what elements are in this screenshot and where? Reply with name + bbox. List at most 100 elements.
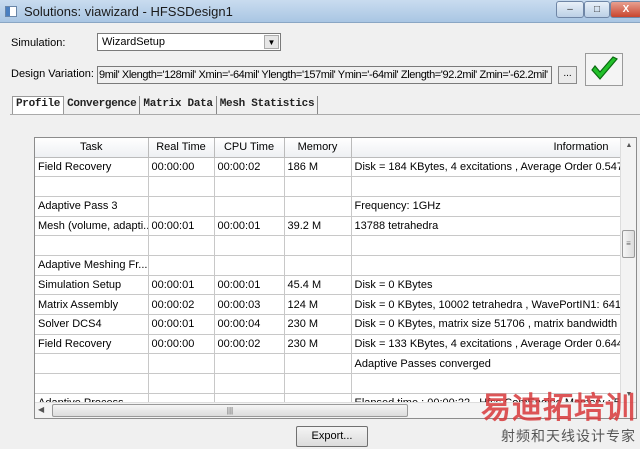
cell-information: Adaptive Passes converged xyxy=(351,353,622,375)
title-bar: Solutions: viawizard - HFSSDesign1 – □ X xyxy=(0,0,640,23)
tab-convergence[interactable]: Convergence xyxy=(64,96,141,114)
cell-real-time xyxy=(148,353,215,375)
column-header-information[interactable]: Information xyxy=(351,138,622,158)
simulation-value: WizardSetup xyxy=(102,36,165,48)
scroll-left-icon[interactable]: ◀ xyxy=(38,405,44,414)
column-header-cpu-time[interactable]: CPU Time xyxy=(214,138,285,158)
table-row[interactable] xyxy=(35,235,622,256)
table-row[interactable] xyxy=(35,373,622,394)
table-row[interactable]: Adaptive Passes converged xyxy=(35,353,622,375)
cell-real-time xyxy=(148,235,215,256)
table-row[interactable]: Field Recovery 00:00:00 00:00:02 230 M Disk … xyxy=(35,334,622,355)
cell-task xyxy=(35,353,149,375)
tab-matrix-data[interactable]: Matrix Data xyxy=(140,96,217,114)
cell-task: Solver DCS4 xyxy=(35,314,149,335)
watermark-logo: 易迪拓培训 射频和天线设计专家 xyxy=(481,392,636,444)
cell-information: Disk = 0 KBytes, matrix size 51706 , mat… xyxy=(351,314,622,335)
column-header-task[interactable]: Task xyxy=(35,138,149,158)
cell-task xyxy=(35,235,149,256)
table-row[interactable]: Matrix Assembly 00:00:02 00:00:03 124 M Disk… xyxy=(35,294,622,315)
simulation-label: Simulation: xyxy=(11,37,66,49)
cell-memory: 124 M xyxy=(284,294,352,315)
cell-task xyxy=(35,373,149,394)
cell-memory xyxy=(284,235,352,256)
cell-memory xyxy=(284,255,352,276)
simulation-select[interactable]: WizardSetup ▼ xyxy=(97,33,281,51)
cell-information: Frequency: 1GHz xyxy=(351,196,622,217)
horizontal-scroll-thumb[interactable]: ||| xyxy=(52,404,408,417)
cell-memory: 45.4 M xyxy=(284,275,352,296)
cell-real-time xyxy=(148,196,215,217)
cell-information xyxy=(351,373,622,394)
profile-table: Task Real Time CPU Time Memory Informati… xyxy=(34,137,637,419)
table-row[interactable]: Mesh (volume, adapti... 00:00:01 00:00:01 3… xyxy=(35,216,622,237)
chevron-down-icon[interactable]: ▼ xyxy=(264,35,279,49)
cell-information: Disk = 0 KBytes, 10002 tetrahedra , Wave… xyxy=(351,294,622,315)
cell-real-time: 00:00:00 xyxy=(148,157,215,178)
cell-cpu-time xyxy=(214,176,285,197)
vertical-scrollbar[interactable]: ▲ ≡ ▼ xyxy=(620,138,636,403)
browse-variation-button[interactable]: ... xyxy=(558,66,577,84)
cell-information: Disk = 0 KBytes xyxy=(351,275,622,296)
cell-information: Disk = 133 KBytes, 4 excitations , Avera… xyxy=(351,334,622,355)
scroll-up-icon[interactable]: ▲ xyxy=(621,138,636,154)
status-check-icon xyxy=(585,53,623,86)
design-variation-label: Design Variation: xyxy=(11,68,94,80)
cell-memory: 230 M xyxy=(284,314,352,335)
cell-cpu-time: 00:00:02 xyxy=(214,334,285,355)
cell-task: Field Recovery xyxy=(35,334,149,355)
cell-task: Adaptive Pass 3 xyxy=(35,196,149,217)
cell-cpu-time xyxy=(214,196,285,217)
cell-information: Disk = 184 KBytes, 4 excitations , Avera… xyxy=(351,157,622,178)
cell-cpu-time xyxy=(214,255,285,276)
table-row[interactable]: Adaptive Meshing Fr... xyxy=(35,255,622,276)
app-icon xyxy=(5,6,17,17)
tab-profile[interactable]: Profile xyxy=(12,96,65,114)
cell-memory xyxy=(284,353,352,375)
minimize-button[interactable]: – xyxy=(556,1,584,18)
vertical-scroll-thumb[interactable]: ≡ xyxy=(622,230,635,258)
design-variation-value: 9mil' Xlength='128mil' Xmin='-64mil' Yle… xyxy=(99,69,548,81)
tab-bar: Profile Convergence Matrix Data Mesh Sta… xyxy=(12,96,319,114)
column-header-memory[interactable]: Memory xyxy=(284,138,352,158)
cell-real-time xyxy=(148,176,215,197)
cell-information xyxy=(351,255,622,276)
table-row[interactable] xyxy=(35,176,622,197)
cell-task xyxy=(35,176,149,197)
table-row[interactable]: Simulation Setup 00:00:01 00:00:01 45.4 M Di… xyxy=(35,275,622,296)
table-header: Task Real Time CPU Time Memory Informati… xyxy=(35,138,622,158)
cell-task: Field Recovery xyxy=(35,157,149,178)
cell-task: Adaptive Meshing Fr... xyxy=(35,255,149,276)
cell-cpu-time: 00:00:04 xyxy=(214,314,285,335)
design-variation-field[interactable]: 9mil' Xlength='128mil' Xmin='-64mil' Yle… xyxy=(97,66,552,84)
table-row[interactable]: Field Recovery 00:00:00 00:00:02 186 M Disk … xyxy=(35,157,622,178)
close-button[interactable]: X xyxy=(610,1,640,18)
cell-real-time: 00:00:02 xyxy=(148,294,215,315)
cell-memory: 186 M xyxy=(284,157,352,178)
cell-cpu-time: 00:00:02 xyxy=(214,157,285,178)
cell-memory xyxy=(284,373,352,394)
cell-information xyxy=(351,176,622,197)
column-header-real-time[interactable]: Real Time xyxy=(148,138,215,158)
tab-mesh-statistics[interactable]: Mesh Statistics xyxy=(217,96,319,114)
cell-cpu-time: 00:00:03 xyxy=(214,294,285,315)
cell-memory xyxy=(284,176,352,197)
cell-cpu-time xyxy=(214,373,285,394)
cell-memory xyxy=(284,196,352,217)
cell-memory: 39.2 M xyxy=(284,216,352,237)
cell-information xyxy=(351,235,622,256)
cell-real-time: 00:00:01 xyxy=(148,314,215,335)
cell-cpu-time: 00:00:01 xyxy=(214,275,285,296)
maximize-button[interactable]: □ xyxy=(584,1,610,18)
cell-information: 13788 tetrahedra xyxy=(351,216,622,237)
cell-cpu-time xyxy=(214,235,285,256)
table-row[interactable]: Solver DCS4 00:00:01 00:00:04 230 M Disk = 0… xyxy=(35,314,622,335)
cell-real-time xyxy=(148,373,215,394)
cell-cpu-time: 00:00:01 xyxy=(214,216,285,237)
cell-task: Simulation Setup xyxy=(35,275,149,296)
cell-real-time: 00:00:01 xyxy=(148,216,215,237)
cell-memory: 230 M xyxy=(284,334,352,355)
cell-real-time xyxy=(148,255,215,276)
export-button[interactable]: Export... xyxy=(296,426,368,447)
table-row[interactable]: Adaptive Pass 3 Frequency: 1GHz xyxy=(35,196,622,217)
